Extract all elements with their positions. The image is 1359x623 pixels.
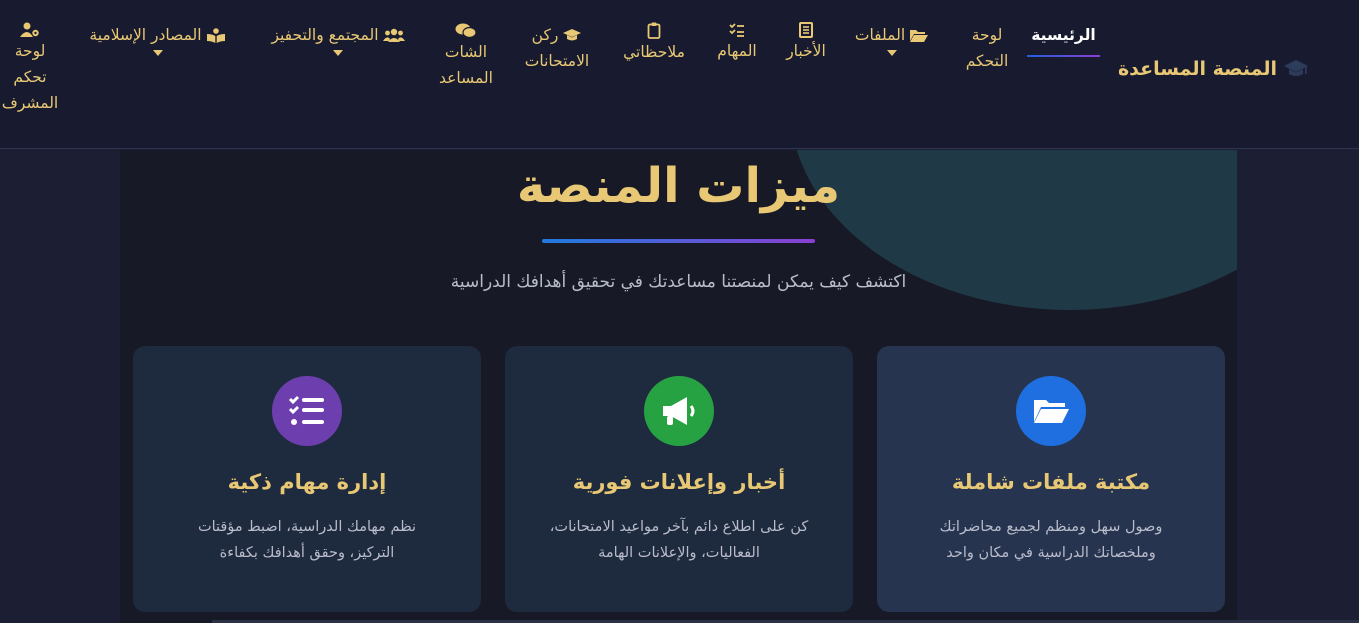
feature-description-line: الفعاليات، والإعلانات الهامة — [598, 545, 760, 561]
chevron-down-icon — [333, 50, 343, 56]
feature-title: مكتبة ملفات شاملة — [951, 470, 1151, 494]
feature-description: كن على اطلاع دائم بآخر مواعيد الامتحانات… — [535, 514, 823, 566]
feature-icon-circle — [272, 376, 342, 446]
nav-islamic-label: المصادر الإسلامية — [89, 26, 202, 44]
feature-icon-circle — [644, 376, 714, 446]
nav-dashboard[interactable]: لوحة التحكم — [962, 22, 1012, 74]
nav-chat-label-2: المساعد — [439, 69, 493, 87]
feature-description: نظم مهامك الدراسية، اضبط مؤقتات التركيز،… — [163, 514, 451, 566]
clipboard-icon — [647, 22, 661, 39]
top-navbar: المنصة المساعدة الرئيسية لوحة التحكم الم… — [0, 0, 1359, 149]
nav-dashboard-label-2: التحكم — [965, 52, 1009, 70]
nav-admin-label-1: لوحة — [14, 42, 46, 60]
user-cog-icon — [20, 22, 39, 37]
nav-tasks-label: المهام — [717, 42, 757, 60]
nav-admin-label-2: تحكم — [13, 68, 47, 86]
nav-exams[interactable]: ركن الامتحانات — [517, 22, 597, 74]
folder-open-icon — [910, 30, 929, 42]
nav-files-label: الملفات — [854, 26, 906, 44]
feature-description-line: التركيز، وحقق أهدافك بكفاءة — [219, 545, 395, 561]
feature-description: وصول سهل ومنظم لجميع محاضراتك وملخصاتك ا… — [907, 514, 1195, 566]
nav-files-dropdown[interactable]: الملفات — [847, 22, 937, 56]
nav-admin[interactable]: لوحة تحكم المشرف — [0, 22, 61, 116]
nav-news[interactable]: الأخبار — [781, 22, 831, 64]
task-list-icon — [288, 395, 324, 425]
chevron-down-icon — [152, 50, 163, 56]
section-subtitle: اكتشف كيف يمكن لمنصتنا مساعدتك في تحقيق … — [450, 272, 907, 292]
brand-logo[interactable]: المنصة المساعدة — [1118, 58, 1309, 80]
newspaper-icon — [799, 22, 813, 38]
feature-title: أخبار وإعلانات فورية — [572, 470, 786, 494]
feature-card-tasks[interactable]: إدارة مهام ذكية نظم مهامك الدراسية، اضبط… — [133, 346, 481, 612]
feature-description-line: كن على اطلاع دائم بآخر مواعيد الامتحانات… — [549, 519, 809, 535]
graduation-cap-icon — [1284, 60, 1308, 76]
task-list-icon — [729, 23, 744, 37]
megaphone-icon — [663, 397, 695, 425]
nav-chat-label-1: الشات — [444, 43, 488, 61]
nav-notes-label: ملاحظاتي — [623, 43, 685, 61]
nav-home-label: الرئيسية — [1031, 26, 1096, 44]
nav-home[interactable]: الرئيسية — [1026, 22, 1101, 48]
brand-name: المنصة المساعدة — [1117, 58, 1277, 80]
feature-title: إدارة مهام ذكية — [227, 470, 387, 494]
nav-tasks[interactable]: المهام — [707, 22, 767, 64]
book-reader-icon — [206, 28, 225, 43]
nav-community-dropdown[interactable]: المجتمع والتحفيز — [263, 22, 413, 56]
feature-card-news[interactable]: أخبار وإعلانات فورية كن على اطلاع دائم ب… — [505, 346, 853, 612]
nav-community-label: المجتمع والتحفيز — [271, 26, 379, 44]
chevron-down-icon — [887, 50, 897, 56]
nav-exams-label-1: ركن — [531, 26, 559, 44]
nav-exams-label-2: الامتحانات — [524, 52, 590, 70]
nav-chat[interactable]: الشات المساعد — [431, 22, 501, 91]
nav-dashboard-label-1: لوحة — [971, 26, 1003, 44]
users-icon — [382, 28, 405, 42]
feature-description-line: وملخصاتك الدراسية في مكان واحد — [946, 545, 1156, 561]
chat-bubbles-icon — [455, 23, 477, 39]
nav-news-label: الأخبار — [786, 42, 826, 60]
nav-islamic-dropdown[interactable]: المصادر الإسلامية — [80, 22, 235, 56]
feature-icon-circle — [1016, 376, 1086, 446]
nav-admin-label-3: المشرف — [1, 94, 59, 112]
feature-description-line: وصول سهل ومنظم لجميع محاضراتك — [939, 519, 1163, 535]
feature-description-line: نظم مهامك الدراسية، اضبط مؤقتات — [197, 519, 417, 535]
graduation-cap-icon — [563, 29, 582, 41]
folder-open-icon — [1034, 400, 1069, 423]
section-title: ميزات المنصة — [516, 158, 841, 214]
nav-notes[interactable]: ملاحظاتي — [615, 22, 693, 65]
feature-card-files[interactable]: مكتبة ملفات شاملة وصول سهل ومنظم لجميع م… — [877, 346, 1225, 612]
title-underline — [542, 239, 815, 243]
active-indicator — [1027, 55, 1100, 57]
